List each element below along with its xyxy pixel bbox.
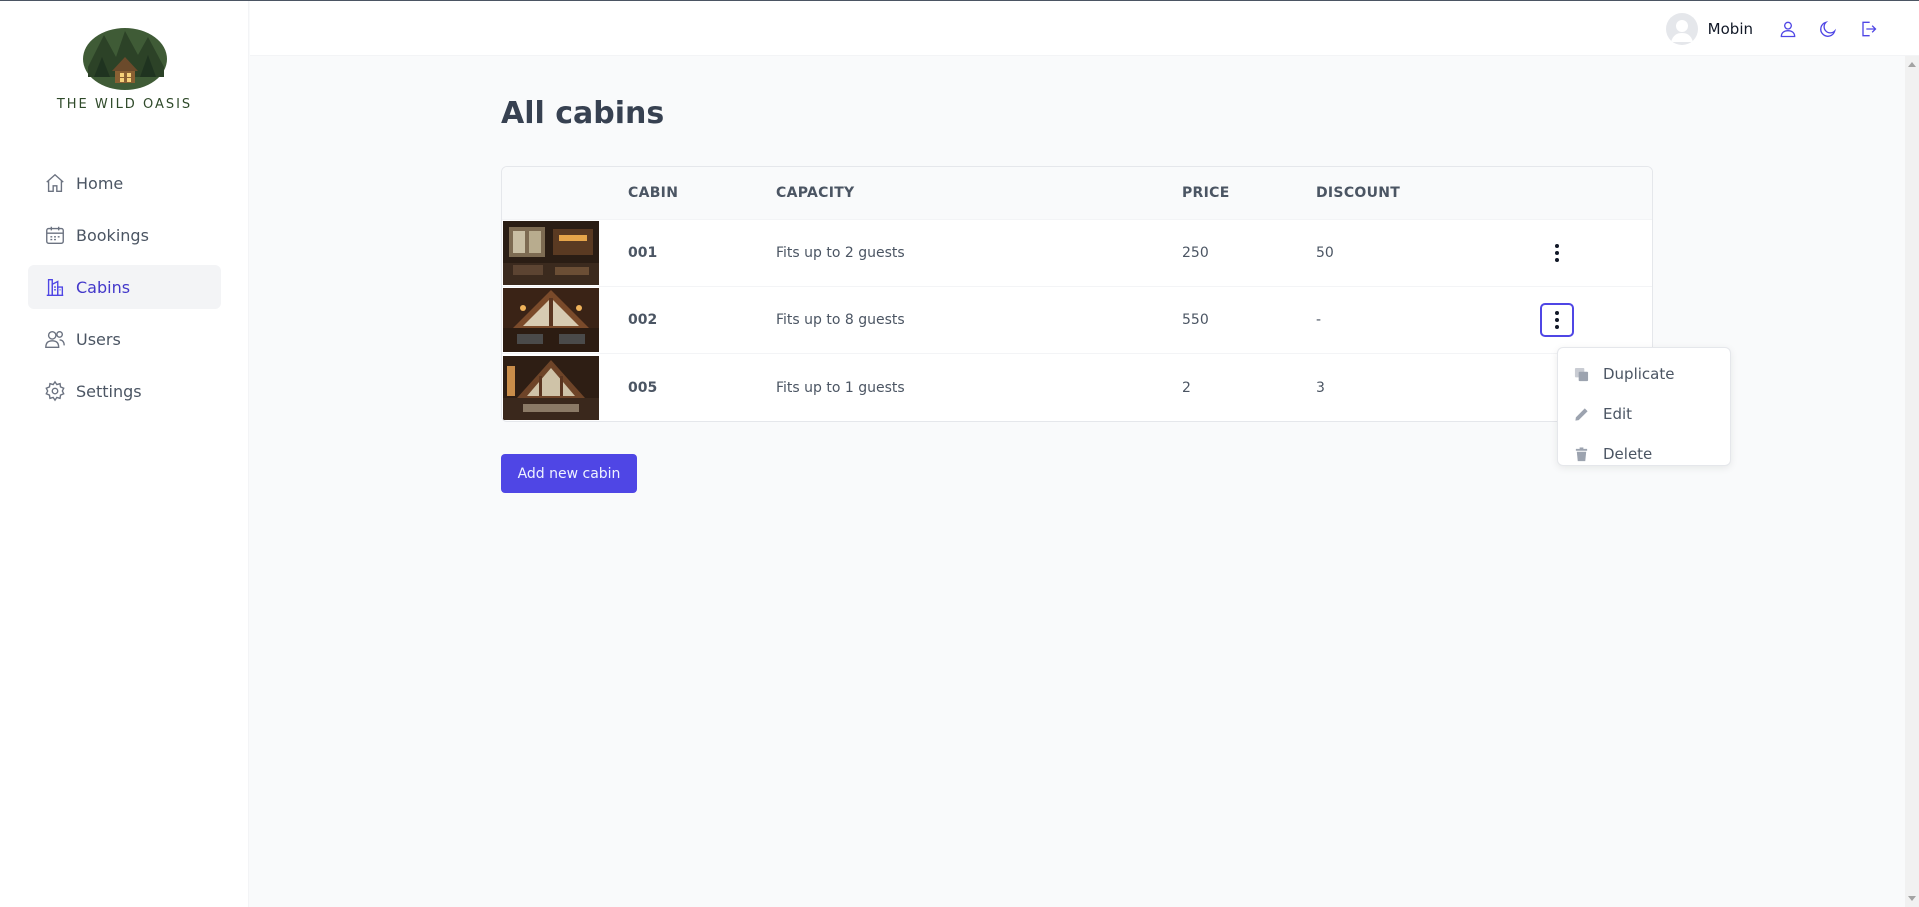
sidebar-item-label: Cabins xyxy=(76,277,131,297)
menu-item-edit[interactable]: Edit xyxy=(1558,394,1730,434)
sidebar-item-home[interactable]: Home xyxy=(28,161,221,205)
moon-icon xyxy=(1820,20,1837,37)
kebab-icon xyxy=(1555,243,1559,264)
menu-item-label: Edit xyxy=(1603,405,1633,423)
cabin-capacity: Fits up to 8 guests xyxy=(776,312,905,328)
avatar xyxy=(1665,13,1698,45)
column-header-price: PRICE xyxy=(1182,185,1230,201)
sidebar: THE WILD OASIS Home Bookings Cabins User… xyxy=(0,1,249,907)
table-row: 005 Fits up to 1 guests 2 3 xyxy=(502,354,1652,421)
sidebar-item-cabins[interactable]: Cabins xyxy=(28,265,221,309)
cabin-image xyxy=(503,288,599,352)
row-actions-menu: Duplicate Edit Delete xyxy=(1557,347,1731,466)
scroll-down-arrow[interactable] xyxy=(1908,896,1916,901)
column-header-cabin: CABIN xyxy=(628,185,679,201)
cabin-price: 550 xyxy=(1182,312,1209,328)
trash-icon xyxy=(1575,446,1588,461)
table-header: CABIN CAPACITY PRICE DISCOUNT xyxy=(502,167,1652,220)
table-row: 001 Fits up to 2 guests 250 50 xyxy=(502,220,1652,287)
cabin-name: 002 xyxy=(628,312,658,328)
sidebar-nav: Home Bookings Cabins Users Settings xyxy=(28,161,221,421)
sidebar-item-users[interactable]: Users xyxy=(28,317,221,361)
sidebar-item-label: Users xyxy=(76,329,121,349)
cabins-table: CABIN CAPACITY PRICE DISCOUNT 001 Fits u… xyxy=(501,166,1653,422)
account-button[interactable] xyxy=(1777,18,1799,40)
user-name: Mobin xyxy=(1707,20,1753,38)
cabin-name: 005 xyxy=(628,379,658,396)
menu-item-delete[interactable]: Delete xyxy=(1558,434,1730,474)
cabin-capacity: Fits up to 2 guests xyxy=(776,245,905,261)
cabin-price: 250 xyxy=(1182,245,1209,261)
sidebar-item-bookings[interactable]: Bookings xyxy=(28,213,221,257)
user-icon xyxy=(1780,21,1796,38)
add-new-cabin-button[interactable]: Add new cabin xyxy=(501,454,637,493)
table-row: 002 Fits up to 8 guests 550 - xyxy=(502,287,1652,354)
cabin-image xyxy=(503,221,599,285)
users-icon xyxy=(45,330,65,348)
cabin-name: 001 xyxy=(628,245,658,261)
cabin-capacity: Fits up to 1 guests xyxy=(776,379,905,396)
column-header-discount: DISCOUNT xyxy=(1316,185,1401,201)
kebab-icon xyxy=(1555,310,1559,331)
pencil-icon xyxy=(1575,407,1588,421)
cabin-image xyxy=(503,355,599,420)
menu-item-duplicate[interactable]: Duplicate xyxy=(1558,354,1730,394)
copy-icon xyxy=(1574,367,1589,381)
logo: THE WILD OASIS xyxy=(0,27,249,112)
sidebar-item-label: Bookings xyxy=(76,225,149,245)
home-icon xyxy=(46,173,64,192)
cabin-discount: - xyxy=(1316,312,1322,328)
menu-item-label: Duplicate xyxy=(1603,365,1675,383)
cabin-discount: 3 xyxy=(1316,379,1325,396)
logout-button[interactable] xyxy=(1857,18,1879,40)
cabin-price: 2 xyxy=(1182,379,1191,396)
sidebar-item-label: Home xyxy=(76,173,124,193)
menu-item-label: Delete xyxy=(1603,445,1653,463)
cabin-discount: 50 xyxy=(1316,245,1334,261)
user-profile[interactable]: Mobin xyxy=(1665,13,1753,45)
scrollbar[interactable] xyxy=(1905,56,1919,907)
top-header: Mobin xyxy=(250,1,1919,56)
gear-icon xyxy=(45,380,65,402)
scroll-up-arrow[interactable] xyxy=(1908,62,1916,67)
building-icon xyxy=(46,278,64,296)
sidebar-item-settings[interactable]: Settings xyxy=(28,369,221,413)
dark-mode-toggle[interactable] xyxy=(1817,18,1839,40)
brand-name: THE WILD OASIS xyxy=(56,97,193,112)
column-header-capacity: CAPACITY xyxy=(776,185,855,201)
page-title: All cabins xyxy=(501,96,665,131)
calendar-icon xyxy=(46,226,64,244)
row-actions-button[interactable] xyxy=(1540,303,1574,337)
sidebar-item-label: Settings xyxy=(76,381,142,401)
logo-image xyxy=(82,28,167,90)
logout-icon xyxy=(1862,21,1877,37)
row-actions-button[interactable] xyxy=(1540,236,1574,270)
